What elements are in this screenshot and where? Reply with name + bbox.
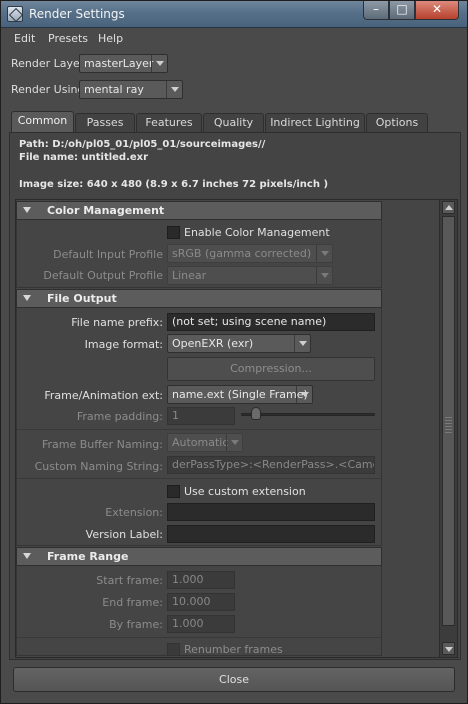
default-output-profile-dropdown[interactable]: Linear: [167, 266, 333, 285]
enable-color-management-checkbox[interactable]: [167, 226, 180, 239]
custom-naming-string-input[interactable]: derPassType>:<RenderPass>.<Camera>: [167, 456, 375, 474]
divider: [17, 637, 381, 638]
section-file-output[interactable]: File Output: [16, 289, 382, 308]
chevron-down-icon: [294, 335, 310, 352]
scroll-down-icon[interactable]: [442, 642, 455, 655]
enable-color-management-label: Enable Color Management: [184, 226, 330, 239]
app-icon: [7, 6, 23, 22]
tab-common[interactable]: Common: [11, 111, 74, 133]
section-title: File Output: [47, 292, 117, 305]
title-bar[interactable]: Render Settings – □ ✕: [1, 1, 467, 28]
render-using-value: mental ray: [84, 83, 144, 96]
section-frame-range[interactable]: Frame Range: [16, 547, 382, 566]
renumber-frames-label: Renumber frames: [184, 643, 283, 656]
render-layer-label: Render Layer: [11, 57, 85, 70]
frame-buffer-naming-value: Automatic: [172, 436, 229, 449]
chevron-down-icon: [316, 267, 332, 284]
chevron-down-icon: [316, 245, 332, 262]
render-settings-window: Render Settings – □ ✕ Edit Presets Help …: [0, 0, 468, 704]
maximize-button[interactable]: □: [389, 1, 415, 20]
vertical-scrollbar[interactable]: [439, 200, 457, 657]
default-input-profile-label: Default Input Profile: [53, 248, 163, 261]
menu-help[interactable]: Help: [98, 32, 123, 45]
start-frame-input[interactable]: 1.000: [167, 571, 235, 589]
by-frame-input[interactable]: 1.000: [167, 615, 235, 633]
section-title: Frame Range: [47, 550, 129, 563]
frame-padding-input[interactable]: 1: [167, 407, 235, 425]
window-title: Render Settings: [29, 7, 125, 21]
chevron-down-icon: [296, 386, 312, 403]
image-size-info: Image size: 640 x 480 (8.9 x 6.7 inches …: [19, 179, 329, 190]
default-output-profile-value: Linear: [172, 269, 207, 282]
collapse-triangle-icon: [23, 553, 31, 559]
frame-buffer-naming-dropdown[interactable]: Automatic: [167, 433, 243, 452]
scrollbar-thumb[interactable]: [442, 216, 455, 626]
end-frame-input[interactable]: 10.000: [167, 593, 235, 611]
scroll-up-icon[interactable]: [442, 201, 455, 214]
section-title: Color Management: [47, 204, 165, 217]
tab-quality[interactable]: Quality: [203, 113, 264, 133]
grip-icon: [445, 417, 452, 435]
frame-padding-label: Frame padding:: [76, 410, 163, 423]
extension-label: Extension:: [105, 506, 163, 519]
menu-bar: Edit Presets Help: [1, 29, 467, 49]
close-button[interactable]: Close: [13, 667, 455, 692]
tab-options[interactable]: Options: [366, 113, 428, 133]
default-output-profile-label: Default Output Profile: [43, 269, 163, 282]
frame-animation-ext-value: name.ext (Single Frame): [172, 388, 308, 401]
file-name-info: File name: untitled.exr: [19, 152, 149, 163]
use-custom-extension-label: Use custom extension: [184, 485, 306, 498]
chevron-down-icon: [166, 81, 182, 98]
divider: [17, 429, 381, 430]
image-format-value: OpenEXR (exr): [172, 337, 254, 350]
renumber-frames-checkbox[interactable]: [167, 643, 180, 656]
version-label-input[interactable]: [167, 525, 375, 543]
image-format-dropdown[interactable]: OpenEXR (exr): [167, 334, 311, 353]
render-layer-value: masterLayer: [84, 57, 154, 70]
frame-buffer-naming-label: Frame Buffer Naming:: [41, 438, 163, 451]
divider: [17, 478, 381, 479]
end-frame-label: End frame:: [102, 596, 163, 609]
start-frame-label: Start frame:: [96, 574, 163, 587]
minimize-button[interactable]: –: [363, 1, 389, 20]
extension-input[interactable]: [167, 503, 375, 521]
path-info: Path: D:/oh/pl05_01/pl05_01/sourceimages…: [19, 139, 266, 150]
default-input-profile-dropdown[interactable]: sRGB (gamma corrected): [167, 244, 333, 263]
render-layer-dropdown[interactable]: masterLayer: [79, 54, 168, 73]
frame-padding-slider-track[interactable]: [241, 413, 375, 416]
collapse-triangle-icon: [23, 295, 31, 301]
by-frame-label: By frame:: [109, 618, 163, 631]
chevron-down-icon: [151, 55, 167, 72]
close-window-button[interactable]: ✕: [415, 1, 459, 20]
file-name-prefix-input[interactable]: (not set; using scene name): [167, 313, 375, 331]
render-using-dropdown[interactable]: mental ray: [79, 80, 183, 99]
frame-animation-ext-dropdown[interactable]: name.ext (Single Frame): [167, 385, 313, 404]
use-custom-extension-checkbox[interactable]: [167, 485, 180, 498]
frame-padding-slider-handle[interactable]: [251, 407, 261, 420]
menu-presets[interactable]: Presets: [48, 32, 88, 45]
tab-passes[interactable]: Passes: [75, 113, 135, 133]
frame-animation-ext-label: Frame/Animation ext:: [44, 389, 163, 402]
version-label-label: Version Label:: [85, 528, 163, 541]
file-name-prefix-label: File name prefix:: [71, 316, 163, 329]
tab-features[interactable]: Features: [136, 113, 202, 133]
chevron-down-icon: [226, 434, 242, 451]
render-using-label: Render Using: [11, 83, 85, 96]
tab-indirect-lighting[interactable]: Indirect Lighting: [265, 113, 365, 133]
custom-naming-string-label: Custom Naming String:: [34, 460, 163, 473]
default-input-profile-value: sRGB (gamma corrected): [172, 247, 312, 260]
image-format-label: Image format:: [84, 338, 163, 351]
menu-edit[interactable]: Edit: [14, 32, 35, 45]
compression-button[interactable]: Compression...: [167, 357, 375, 381]
section-color-management[interactable]: Color Management: [16, 201, 382, 220]
collapse-triangle-icon: [23, 207, 31, 213]
